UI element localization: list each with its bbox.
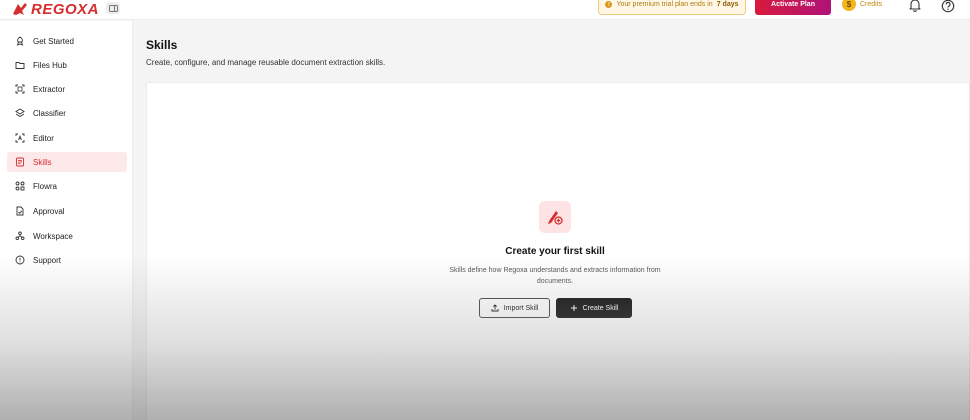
sidebar-item-label: Workspace xyxy=(33,231,73,241)
bell-icon[interactable] xyxy=(908,0,922,12)
sidebar-item-label: Editor xyxy=(33,133,54,143)
sidebar-item-workspace[interactable]: Workspace xyxy=(7,226,127,246)
import-skill-button[interactable]: Import Skill xyxy=(479,298,550,318)
workflow-icon xyxy=(15,181,25,191)
page-subtitle: Create, configure, and manage reusable d… xyxy=(146,58,386,67)
sidebar-item-extractor[interactable]: Extractor xyxy=(7,79,127,99)
layers-icon xyxy=(15,108,25,118)
sidebar-item-label: Skills xyxy=(33,157,52,167)
credits-label: Credits xyxy=(860,0,883,8)
text-cursor-icon xyxy=(15,133,25,143)
rocket-icon xyxy=(16,36,24,46)
folder-icon xyxy=(15,62,25,69)
sidebar-item-get-started[interactable]: Get Started xyxy=(7,31,127,51)
sidebar-item-label: Files Hub xyxy=(33,60,67,70)
sidebar-item-files-hub[interactable]: Files Hub xyxy=(7,55,127,75)
scan-icon xyxy=(15,84,25,94)
trial-banner: ! Your premium trial plan ends in 7 days xyxy=(598,0,746,15)
support-icon xyxy=(15,255,25,265)
sidebar-item-flowra[interactable]: Flowra xyxy=(7,176,127,196)
sidebar-toggle-icon xyxy=(108,4,118,12)
plus-icon xyxy=(570,305,577,311)
trial-text: Your premium trial plan ends in xyxy=(616,1,713,8)
empty-state-icon-container xyxy=(539,201,571,233)
coin-icon: $ xyxy=(842,0,856,11)
help-icon[interactable] xyxy=(941,0,955,13)
sidebar-item-label: Get Started xyxy=(33,36,74,46)
import-skill-label: Import Skill xyxy=(503,304,539,312)
approval-icon xyxy=(16,206,24,216)
app-logo[interactable]: REGOXA xyxy=(12,0,99,18)
credits-widget[interactable]: $ Credits xyxy=(842,0,882,12)
skill-add-icon xyxy=(548,211,563,225)
sidebar-toggle-button[interactable] xyxy=(106,2,120,14)
info-icon: ! xyxy=(605,1,613,8)
sidebar-item-label: Extractor xyxy=(33,84,66,94)
workspace-icon xyxy=(15,231,25,241)
sidebar-item-editor[interactable]: Editor xyxy=(7,128,127,148)
sidebar-item-label: Classifier xyxy=(33,108,66,118)
page-title: Skills xyxy=(146,38,178,52)
create-skill-label: Create Skill xyxy=(582,304,619,312)
trial-days: 7 days xyxy=(716,1,739,8)
sidebar: Get Started Files Hub Extractor Classifi… xyxy=(0,21,133,420)
skills-icon xyxy=(16,157,24,167)
sidebar-item-support[interactable]: Support xyxy=(7,250,127,270)
empty-state-title: Create your first skill xyxy=(505,246,605,257)
sidebar-item-classifier[interactable]: Classifier xyxy=(7,103,127,123)
logo-mark-icon xyxy=(13,3,27,15)
activate-plan-button[interactable]: Activate Plan xyxy=(755,0,831,15)
sidebar-item-label: Approval xyxy=(33,206,65,216)
sidebar-item-label: Support xyxy=(33,255,62,265)
sidebar-item-approval[interactable]: Approval xyxy=(7,201,127,221)
sidebar-item-skills[interactable]: Skills xyxy=(7,152,127,172)
top-bar: REGOXA ! Your premium trial plan ends in… xyxy=(0,0,970,20)
upload-icon xyxy=(491,304,499,312)
logo-text: REGOXA xyxy=(31,0,100,18)
empty-state-description: Skills define how Regoxa understands and… xyxy=(449,267,661,285)
create-skill-button[interactable]: Create Skill xyxy=(556,298,632,318)
sidebar-item-label: Flowra xyxy=(33,181,58,191)
